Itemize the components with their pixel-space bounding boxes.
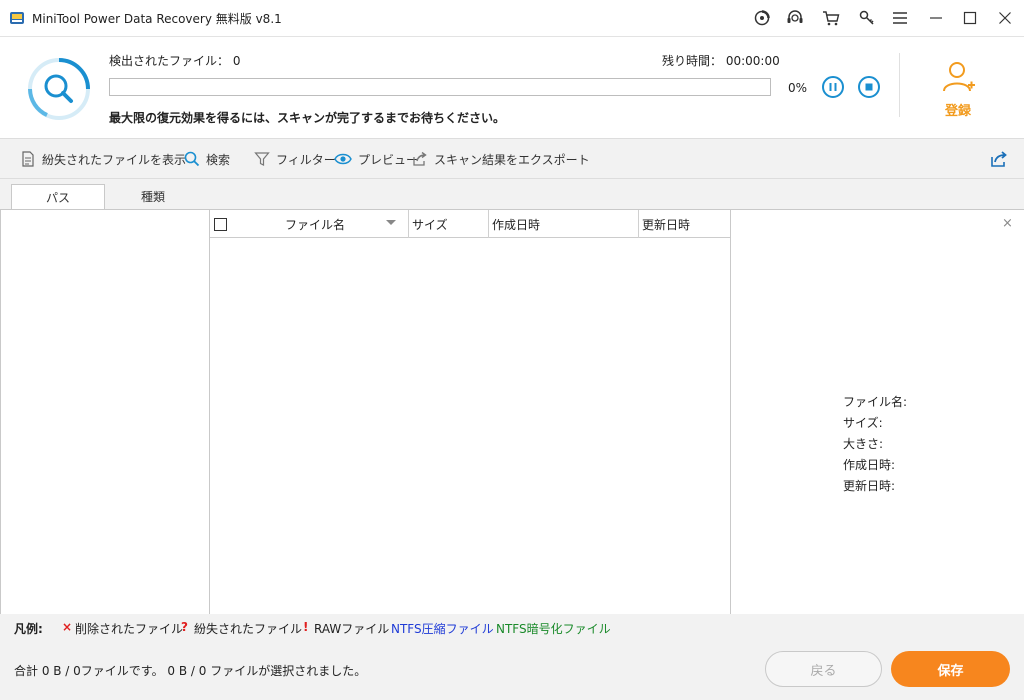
view-tabs: パス 種類: [0, 179, 1024, 209]
filter-icon: [254, 152, 270, 166]
checkbox-box[interactable]: [213, 217, 227, 231]
tab-type[interactable]: 種類: [106, 184, 200, 209]
tab-path[interactable]: パス: [11, 184, 105, 209]
stop-button[interactable]: [858, 76, 880, 98]
preview-button[interactable]: プレビュー: [334, 151, 418, 167]
column-header-created[interactable]: 作成日時: [489, 210, 639, 238]
detail-label-modified: 更新日時:: [843, 479, 896, 493]
detail-label-dimensions: 大きさ:: [843, 437, 884, 451]
scanning-magnifier-icon: [27, 57, 91, 121]
share-button[interactable]: [990, 151, 1014, 167]
detail-label-size: サイズ:: [843, 416, 883, 430]
toolbar: 紛失されたファイルを表示 検索 フィルター プレビュー スキャン結果をエクスポー…: [0, 139, 1024, 179]
show-lost-files-button[interactable]: 紛失されたファイルを表示: [20, 151, 186, 167]
legend-lost: 紛失されたファイル: [194, 622, 303, 636]
legend-deleted: 削除されたファイル: [75, 622, 184, 636]
legend-ntfs-compressed: NTFS圧縮ファイル: [391, 622, 494, 636]
scan-progress-bar: [109, 78, 771, 96]
column-header-size[interactable]: サイズ: [409, 210, 489, 238]
user-add-icon[interactable]: [940, 59, 976, 95]
search-icon: [184, 151, 200, 167]
minimize-icon[interactable]: [926, 8, 946, 28]
scan-status-panel: 検出されたファイル： 0 残り時間： 00:00:00 0% 最大限の復元効果を…: [0, 37, 1024, 139]
footer-bar: 合計 0 B / 0ファイルです。 0 B / 0 ファイルが選択されました。 …: [0, 642, 1024, 700]
legend-ntfs-encrypted: NTFS暗号化ファイル: [496, 622, 611, 636]
headset-icon[interactable]: [785, 8, 805, 28]
legend-raw: RAWファイル: [314, 622, 390, 636]
back-button[interactable]: 戻る: [765, 651, 882, 687]
pause-icon: [829, 83, 837, 91]
filter-label: フィルター: [276, 152, 336, 167]
column-header-modified[interactable]: 更新日時: [639, 210, 730, 238]
search-label: 検索: [206, 152, 231, 167]
share-icon: [991, 151, 1007, 167]
select-all-checkbox[interactable]: [210, 210, 230, 238]
search-button[interactable]: 検索: [184, 151, 230, 167]
title-bar: MiniTool Power Data Recovery 無料版 v8.1: [0, 0, 1024, 37]
detail-label-created: 作成日時:: [843, 458, 896, 472]
found-files-count: 検出されたファイル： 0: [109, 54, 241, 68]
file-details-panel: × ファイル名: サイズ: 大きさ: 作成日時: 更新日時:: [731, 209, 1024, 614]
scan-hint: 最大限の復元効果を得るには、スキャンが完了するまでお待ちください。: [109, 111, 506, 125]
legend-bar: 凡例: × 削除されたファイル ? 紛失されたファイル ! RAWファイル NT…: [0, 614, 1024, 642]
raw-mark-icon: !: [303, 620, 309, 634]
remaining-time: 残り時間： 00:00:00: [662, 54, 780, 68]
menu-icon[interactable]: [890, 8, 910, 28]
window-title: MiniTool Power Data Recovery 無料版 v8.1: [32, 12, 282, 26]
selection-summary: 合計 0 B / 0ファイルです。 0 B / 0 ファイルが選択されました。: [14, 664, 367, 678]
cart-icon[interactable]: [821, 8, 841, 28]
progress-percent: 0%: [788, 81, 808, 95]
export-results-label: スキャン結果をエクスポート: [434, 152, 590, 167]
pause-button[interactable]: [822, 76, 844, 98]
filter-button[interactable]: フィルター: [254, 151, 336, 167]
legend-title: 凡例:: [14, 622, 43, 636]
maximize-icon[interactable]: [960, 8, 980, 28]
app-logo-icon: [9, 10, 25, 26]
close-preview-button[interactable]: ×: [1002, 216, 1013, 231]
preview-label: プレビュー: [358, 152, 419, 167]
file-list-table: ファイル名 サイズ 作成日時 更新日時: [210, 209, 731, 614]
export-results-button[interactable]: スキャン結果をエクスポート: [412, 151, 590, 167]
show-lost-files-label: 紛失されたファイルを表示: [42, 152, 187, 167]
close-icon[interactable]: [995, 8, 1015, 28]
table-header: ファイル名 サイズ 作成日時 更新日時: [210, 210, 730, 238]
stop-icon: [865, 83, 873, 91]
export-icon: [413, 151, 427, 166]
save-button[interactable]: 保存: [891, 651, 1010, 687]
document-icon: [22, 151, 34, 167]
directory-tree-panel[interactable]: [0, 209, 210, 614]
register-button[interactable]: 登録: [938, 100, 978, 119]
key-icon[interactable]: [857, 8, 877, 28]
deleted-mark-icon: ×: [62, 620, 73, 634]
header-divider: [899, 53, 900, 117]
sort-descending-icon[interactable]: [386, 220, 396, 225]
column-header-filename[interactable]: ファイル名: [230, 210, 409, 238]
lost-mark-icon: ?: [181, 620, 188, 634]
eye-icon: [334, 153, 352, 165]
detail-label-filename: ファイル名:: [843, 395, 908, 409]
disc-icon[interactable]: [752, 8, 772, 28]
